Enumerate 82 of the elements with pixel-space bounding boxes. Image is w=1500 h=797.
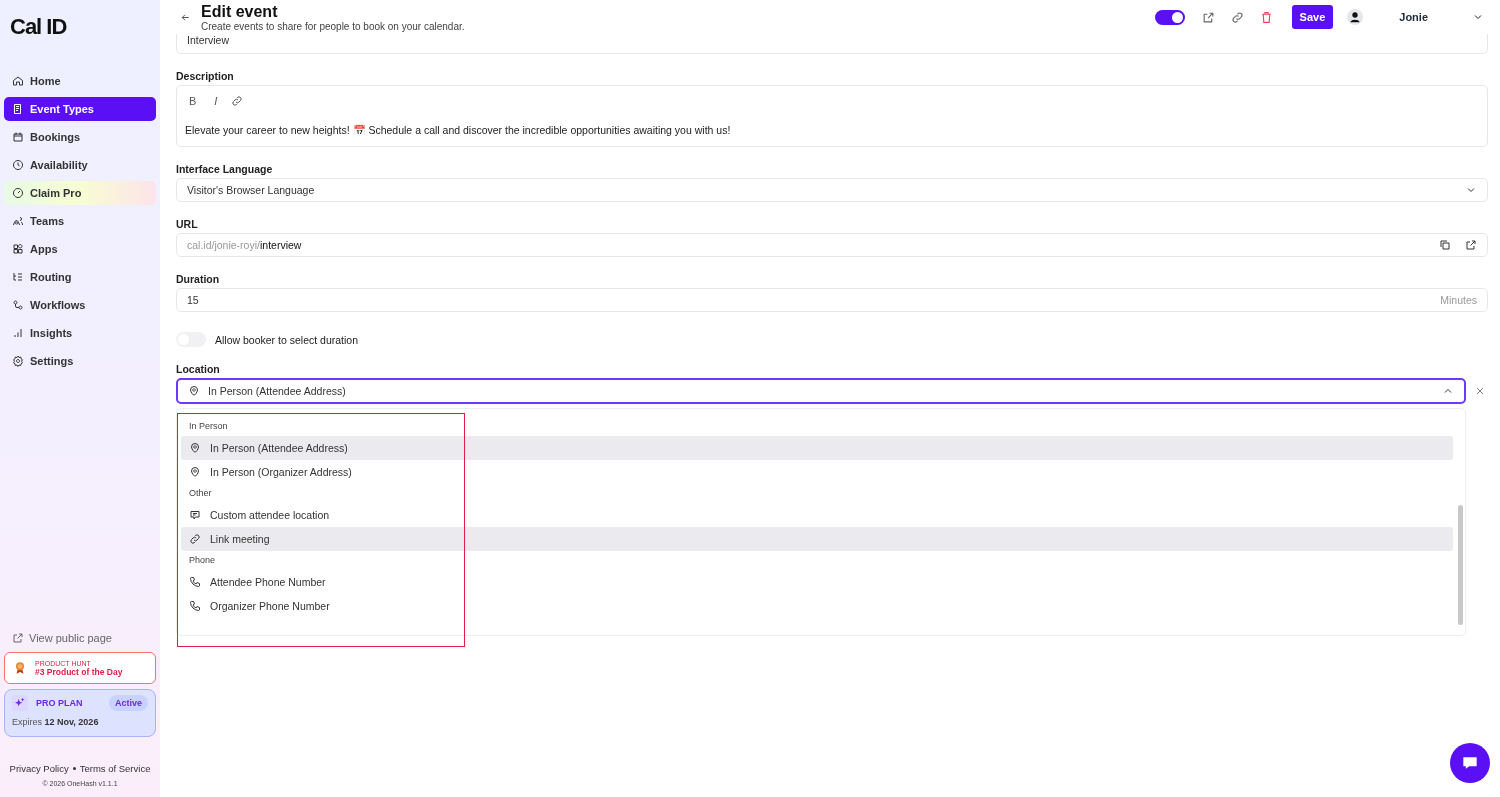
chat-button[interactable] (1450, 743, 1490, 783)
field-label: Location (176, 363, 221, 375)
gauge-icon (12, 187, 24, 199)
dropdown-option[interactable]: Attendee Phone Number (181, 570, 1453, 594)
sidebar-item[interactable]: Bookings (4, 125, 156, 149)
sidebar-item[interactable]: Event Types (4, 97, 156, 121)
field-label: Duration (176, 273, 221, 285)
sidebar-item[interactable]: Home (4, 69, 156, 93)
back-arrow-icon[interactable] (180, 11, 191, 23)
clock-icon (12, 159, 24, 171)
link-icon[interactable] (231, 95, 244, 107)
user-name[interactable]: Jonie (1399, 11, 1428, 23)
url-field[interactable]: cal.id/jonie-royi/interview (176, 233, 1488, 257)
dropdown-option[interactable]: Organizer Phone Number (181, 594, 1453, 618)
list-icon (12, 271, 24, 283)
home-icon (12, 75, 24, 87)
workflow-icon (12, 299, 24, 311)
location-pin-icon (188, 385, 200, 397)
sidebar-item[interactable]: Settings (4, 349, 156, 373)
description-text: Elevate your career to new heights! 📅 Schedule a call and discover the incredible opportunities awaiting you with us! (185, 124, 732, 137)
url-slug: interview (259, 239, 302, 251)
sidebar-item[interactable]: Insights (4, 321, 156, 345)
field-label: URL (176, 218, 199, 230)
sidebar-item[interactable]: Workflows (4, 293, 156, 317)
bold-button[interactable]: B (185, 95, 201, 107)
phone-icon (189, 576, 201, 588)
italic-button[interactable]: I (210, 95, 222, 107)
page-title: Edit event (201, 2, 279, 21)
close-icon[interactable] (1474, 385, 1486, 397)
link-icon[interactable] (1230, 10, 1244, 24)
expiry-text: Expires 12 Nov, 2026 (12, 717, 100, 727)
toggle-switch[interactable] (1154, 9, 1185, 25)
location-select[interactable]: In Person (Attendee Address) (176, 378, 1466, 404)
view-public-page-link[interactable]: View public page (0, 632, 160, 644)
logo: Cal ID (9, 13, 68, 41)
phone-icon (189, 600, 201, 612)
chat-bubble-icon (189, 509, 201, 521)
delete-icon[interactable] (1259, 10, 1273, 24)
footer-link[interactable]: Terms of Service (79, 763, 151, 774)
dropdown-option[interactable]: In Person (Organizer Address) (181, 460, 1453, 484)
save-button[interactable]: Save (1291, 5, 1334, 29)
description-editor[interactable]: B I Elevate your career to new heights! 📅 Schedule a call and discover the incredible opportunities awaiting you with us! (176, 85, 1488, 147)
apps-icon (12, 243, 24, 255)
page-subtitle: Create events to share for people to book on your calendar. (201, 20, 465, 32)
footer-link[interactable]: Privacy Policy (9, 763, 69, 774)
group-heading: Other (188, 487, 213, 500)
url-prefix: cal.id/jonie-royi/ (187, 239, 260, 251)
sparkle-icon (12, 695, 28, 711)
unit-suffix: Minutes (1440, 294, 1477, 306)
sidebar-item[interactable]: Claim Pro (4, 181, 156, 205)
toggle-label: Allow booker to select duration (215, 333, 358, 346)
sidebar-item[interactable]: Teams (4, 209, 156, 233)
users-icon (12, 215, 24, 227)
copy-icon[interactable] (1439, 239, 1451, 251)
scrollbar[interactable] (1458, 505, 1463, 625)
external-link-icon[interactable] (1465, 239, 1477, 251)
sidebar-item[interactable]: Availability (4, 153, 156, 177)
avatar-icon[interactable] (1347, 9, 1364, 25)
sidebar-item[interactable]: Routing (4, 265, 156, 289)
field-label: Description (176, 70, 235, 82)
document-icon (12, 103, 24, 115)
location-pin-icon (189, 466, 201, 478)
dropdown-option[interactable]: In Person (Attendee Address) (181, 436, 1453, 460)
language-select[interactable]: Visitor's Browser Language (176, 178, 1488, 202)
location-pin-icon (189, 442, 201, 454)
field-label: Interface Language (176, 163, 274, 175)
plan-name: PRO PLAN (36, 698, 84, 708)
title-field[interactable]: Interview (176, 34, 1488, 54)
dropdown-option[interactable]: Link meeting (181, 527, 1453, 551)
sidebar-item[interactable]: Apps (4, 237, 156, 261)
external-link-icon (12, 632, 24, 644)
calendar-icon (12, 131, 24, 143)
bar-chart-icon (12, 327, 24, 339)
dropdown-option[interactable]: Custom attendee location (181, 503, 1453, 527)
status-badge: Active (109, 695, 148, 711)
group-heading: In Person (188, 420, 229, 433)
duration-field[interactable]: 15 Minutes (176, 288, 1488, 312)
settings-icon (12, 355, 24, 367)
medal-icon (13, 660, 27, 676)
badge-title: #3 Product of the Day (35, 666, 123, 677)
link-icon (189, 533, 201, 545)
group-heading: Phone (188, 554, 217, 567)
